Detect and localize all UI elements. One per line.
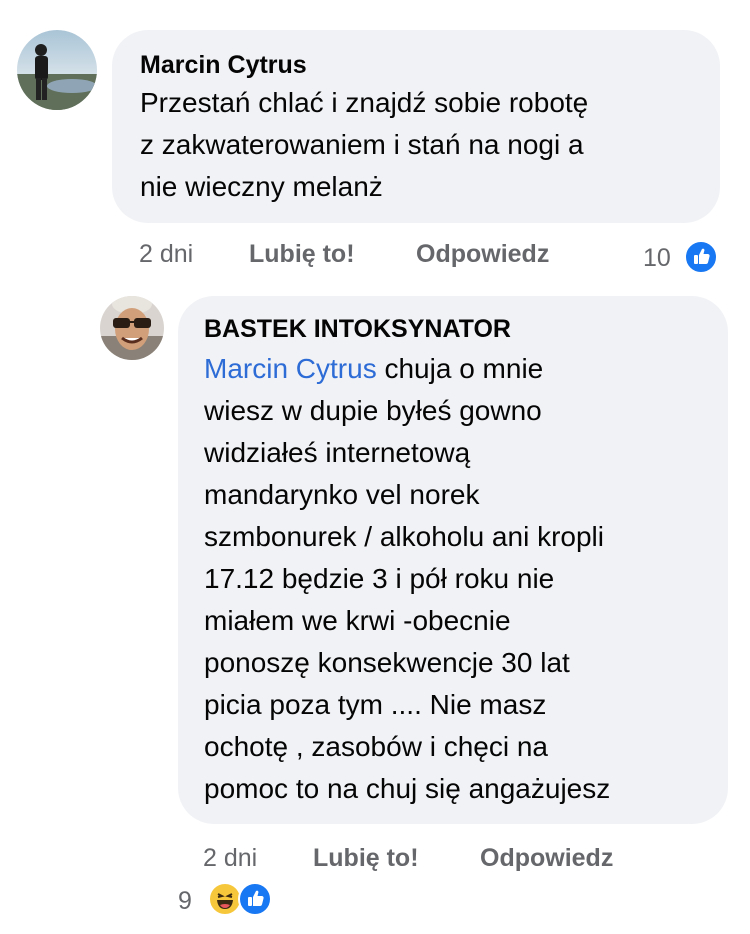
mention-link[interactable]: Marcin Cytrus: [204, 353, 377, 384]
comment-timestamp[interactable]: 2 dni: [203, 843, 257, 873]
profile-photo-icon: [17, 30, 97, 110]
like-button[interactable]: Lubię to!: [313, 843, 419, 873]
comment-text-line: Marcin Cytrus chuja o mnie: [204, 348, 610, 390]
comment-text-fragment: chuja o mnie: [376, 353, 544, 384]
comment-text-line: z zakwaterowaniem i stań na nogi a: [140, 129, 584, 160]
comment-text-line: pomoc to na chuj się angażujesz: [204, 773, 611, 804]
avatar[interactable]: [100, 296, 164, 360]
comment-text-line: widziałeś internetową: [204, 437, 471, 468]
reaction-count: 9: [178, 887, 192, 915]
comment-text-line: szmbonurek / alkoholu ani kropli: [204, 521, 604, 552]
comment-text-line: ochotę , zasobów i chęci na: [204, 731, 548, 762]
like-icon: [684, 240, 718, 274]
comment-text: Przestań chlać i znajdź sobie robotę z z…: [140, 82, 588, 208]
reply-button[interactable]: Odpowiedz: [480, 843, 613, 873]
comment-text-line: wiesz w dupie byłeś gowno: [204, 395, 542, 426]
comment-author[interactable]: Marcin Cytrus: [140, 50, 307, 80]
reaction-count: 10: [643, 244, 671, 272]
comment-text-line: 17.12 będzie 3 i pół roku nie: [204, 563, 555, 594]
comment-text-line: picia poza tym .... Nie masz: [204, 689, 547, 720]
comment-timestamp[interactable]: 2 dni: [139, 239, 193, 269]
avatar[interactable]: [17, 30, 97, 110]
comment-text: Marcin Cytrus chuja o mnie wiesz w dupie…: [204, 348, 610, 810]
comment-text-line: Przestań chlać i znajdź sobie robotę: [140, 87, 589, 118]
comment-text-line: ponoszę konsekwencje 30 lat: [204, 647, 570, 678]
reply-button[interactable]: Odpowiedz: [416, 239, 549, 269]
like-button[interactable]: Lubię to!: [249, 239, 355, 269]
like-icon: [238, 882, 272, 916]
comment-author[interactable]: BASTEK INTOKSYNATOR: [204, 314, 511, 344]
comment-text-line: mandarynko vel norek: [204, 479, 480, 510]
profile-photo-icon: [100, 296, 164, 360]
comment-text-line: nie wieczny melanż: [140, 171, 383, 202]
haha-icon: [208, 882, 242, 916]
comment-text-line: miałem we krwi -obecnie: [204, 605, 511, 636]
